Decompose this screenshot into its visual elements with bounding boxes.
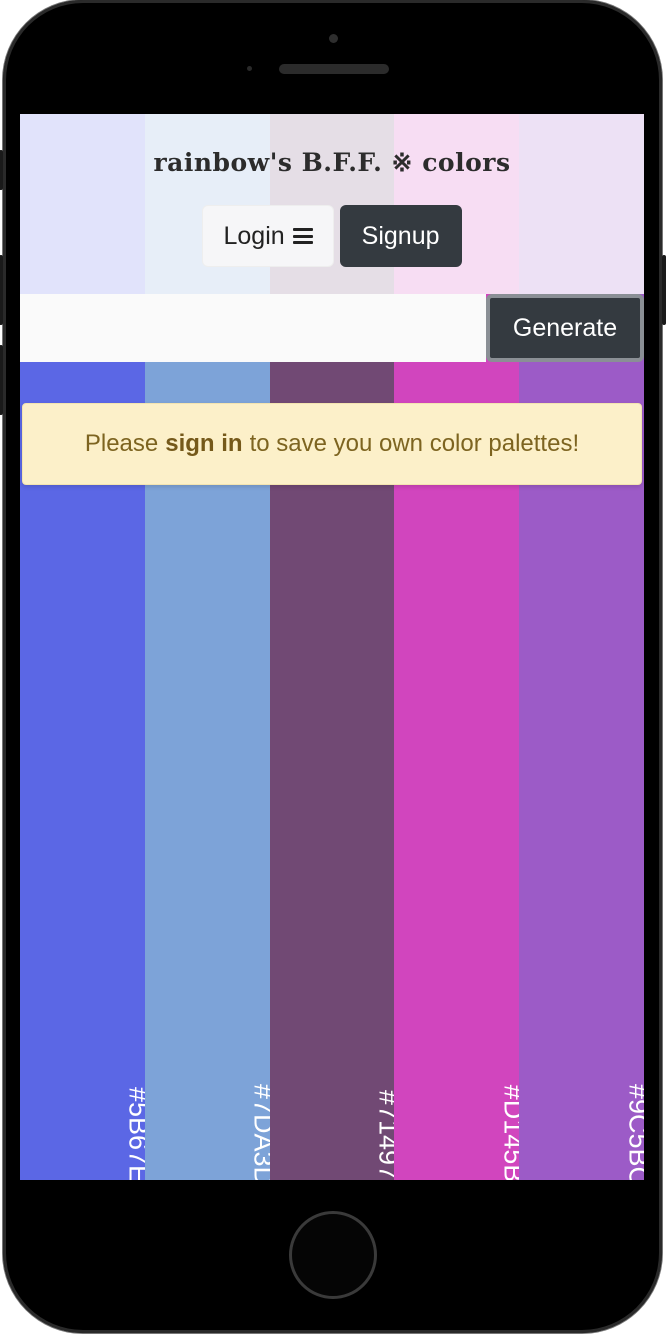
palette-input[interactable] — [20, 294, 486, 362]
header: rainbow's B.F.F. ※ colors Login Signup — [20, 114, 644, 294]
earpiece-speaker — [279, 64, 389, 74]
hamburger-menu-icon — [292, 228, 313, 244]
screen: #5B67E5 #7DA3D8 #714974 #D145BE #9C5BC7 … — [20, 114, 644, 1180]
power-button — [662, 255, 666, 325]
home-button — [289, 1211, 377, 1299]
signin-link[interactable]: sign in — [165, 430, 242, 458]
generate-button[interactable]: Generate — [486, 294, 644, 362]
alert-suffix: to save you own color palettes! — [249, 430, 580, 457]
signup-button[interactable]: Signup — [339, 205, 462, 267]
front-camera — [329, 34, 338, 43]
auth-buttons: Login Signup — [20, 205, 644, 267]
mute-switch — [0, 150, 3, 190]
brand-title: rainbow's B.F.F. ※ colors — [153, 148, 511, 177]
volume-up-button — [0, 255, 3, 325]
alert-prefix: Please — [84, 430, 159, 457]
volume-down-button — [0, 345, 3, 415]
signin-alert: Please sign in to save you own color pal… — [22, 403, 642, 485]
generator-bar: Generate — [20, 294, 644, 362]
login-label: Login — [223, 221, 285, 250]
proximity-sensor — [247, 66, 252, 71]
login-button[interactable]: Login — [202, 205, 334, 267]
